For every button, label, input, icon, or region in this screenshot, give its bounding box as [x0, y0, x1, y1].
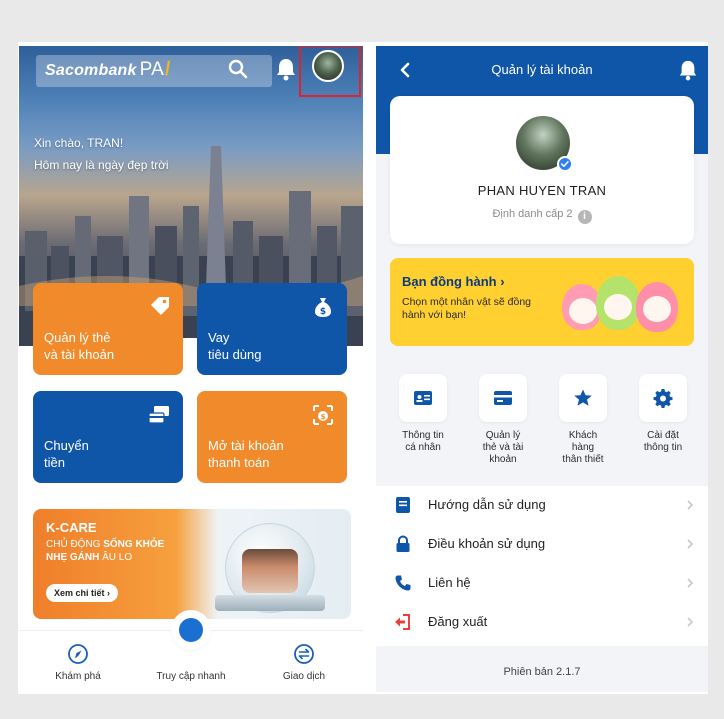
tile-label: Quản lý thẻ và tài khoản: [44, 330, 115, 362]
search-icon[interactable]: [227, 58, 249, 80]
chevron-right-icon: [687, 539, 694, 549]
nav-transactions[interactable]: Giao dịch: [259, 631, 349, 682]
banner-details-button[interactable]: Xem chi tiết ›: [46, 584, 119, 602]
companion-title: Bạn đồng hành ›: [402, 274, 505, 289]
back-arrow-icon[interactable]: [398, 60, 412, 80]
account-management-screen: Quản lý tài khoản PHAN HUYEN TRAN Định d…: [376, 46, 708, 692]
tile-open-account[interactable]: $ Mở tài khoản thanh toán: [197, 391, 347, 483]
quick-actions: Thông tin cá nhân Quản lý thẻ và tài kho…: [390, 366, 694, 476]
info-icon[interactable]: i: [577, 210, 592, 224]
verified-badge-icon: [557, 156, 573, 172]
gear-icon: [653, 389, 673, 408]
id-card-icon: [414, 391, 432, 405]
open-account-icon: $: [313, 405, 333, 425]
quick-action-label: Khách hàng thân thiết: [562, 430, 604, 465]
profile-name: PHAN HUYEN TRAN: [477, 183, 607, 198]
profile-card: PHAN HUYEN TRAN Định danh cấp 2i: [390, 96, 694, 244]
menu-item-label: Điều khoản sử dụng: [428, 536, 546, 551]
tile-loan[interactable]: $ Vay tiêu dùng: [197, 283, 347, 375]
banner-title: K-CARE: [46, 520, 97, 535]
compass-icon: [68, 644, 88, 664]
settings-menu: Hướng dẫn sử dụng Điều khoản sử dụng Liê…: [376, 486, 708, 646]
star-icon: [574, 389, 592, 406]
menu-item-user-guide[interactable]: Hướng dẫn sử dụng: [376, 486, 708, 525]
greeting-subtext: Hôm nay là ngày đẹp trời: [34, 158, 169, 172]
tile-label: Chuyển tiền: [44, 438, 89, 470]
quick-access-dot: [179, 618, 203, 642]
menu-item-label: Liên hệ: [428, 575, 471, 590]
quick-action-tile: [639, 374, 687, 422]
page-title: Quản lý tài khoản: [491, 62, 593, 77]
quick-action-card-account[interactable]: Quản lý thẻ và tài khoản: [466, 366, 540, 466]
bell-icon[interactable]: [678, 59, 698, 81]
quick-action-label: Thông tin cá nhân: [402, 430, 444, 453]
quick-action-tile: [559, 374, 607, 422]
banner-family-image: [242, 549, 298, 593]
chevron-right-icon: [687, 578, 694, 588]
banner-subtitle: CHỦ ĐỘNG SỐNG KHỎE NHẸ GÁNH ÂU LO: [46, 539, 165, 563]
bell-icon[interactable]: [275, 57, 297, 81]
svg-text:$: $: [321, 413, 326, 421]
tile-label: Mở tài khoản thanh toán: [208, 438, 284, 470]
tile-card-account[interactable]: Quản lý thẻ và tài khoản: [33, 283, 183, 375]
greeting-text: Xin chào, TRAN!: [34, 136, 124, 150]
mascot-green-image: [596, 276, 640, 330]
app-version: Phiên bản 2.1.7: [503, 666, 581, 678]
nav-explore[interactable]: Khám phá: [33, 631, 123, 682]
companion-banner[interactable]: Bạn đồng hành › Chọn một nhân vật sẽ đồn…: [390, 258, 694, 346]
credit-card-icon: [494, 391, 512, 405]
chevron-right-icon: [687, 617, 694, 627]
svg-text:$: $: [320, 307, 326, 317]
guide-book-icon: [396, 497, 410, 513]
brand-logo: Sacombank PA/: [45, 59, 171, 80]
banner-pedestal-image: [215, 595, 325, 611]
identity-level: Định danh cấp 2i: [390, 208, 694, 224]
money-bag-icon: $: [315, 298, 331, 317]
quick-action-personal-info[interactable]: Thông tin cá nhân: [386, 366, 460, 454]
quick-action-tile: [399, 374, 447, 422]
card-tag-icon: [151, 297, 169, 315]
chevron-right-icon: [687, 500, 694, 510]
mascot-dragonfruit-image: [636, 282, 678, 332]
logout-icon: [395, 614, 410, 630]
quick-access-button[interactable]: [173, 612, 209, 648]
menu-item-terms[interactable]: Điều khoản sử dụng: [376, 525, 708, 564]
companion-subtitle: Chọn một nhân vật sẽ đồng hành với bạn!: [402, 296, 532, 321]
exchange-icon: [294, 644, 314, 664]
kcare-banner[interactable]: K-CARE CHỦ ĐỘNG SỐNG KHỎE NHẸ GÁNH ÂU LO…: [33, 509, 351, 619]
menu-item-contact[interactable]: Liên hệ: [376, 564, 708, 603]
quick-action-settings[interactable]: Cài đặt thông tin: [626, 366, 700, 454]
transfer-cards-icon: [148, 406, 169, 424]
quick-action-label: Quản lý thẻ và tài khoản: [482, 430, 524, 465]
menu-item-logout[interactable]: Đăng xuất: [376, 603, 708, 642]
phone-icon: [395, 575, 411, 591]
quick-action-loyal-customer[interactable]: Khách hàng thân thiết: [546, 366, 620, 466]
menu-item-label: Đăng xuất: [428, 614, 488, 629]
lock-icon: [396, 535, 410, 552]
home-screen: Sacombank PA/ Xin chào, TRAN! Hôm nay là …: [19, 46, 363, 692]
menu-item-label: Hướng dẫn sử dụng: [428, 497, 546, 512]
avatar-highlight-box: [299, 46, 361, 97]
quick-action-tile: [479, 374, 527, 422]
tile-label: Vay tiêu dùng: [208, 330, 262, 362]
quick-action-label: Cài đặt thông tin: [643, 430, 683, 453]
tile-transfer[interactable]: Chuyển tiền: [33, 391, 183, 483]
